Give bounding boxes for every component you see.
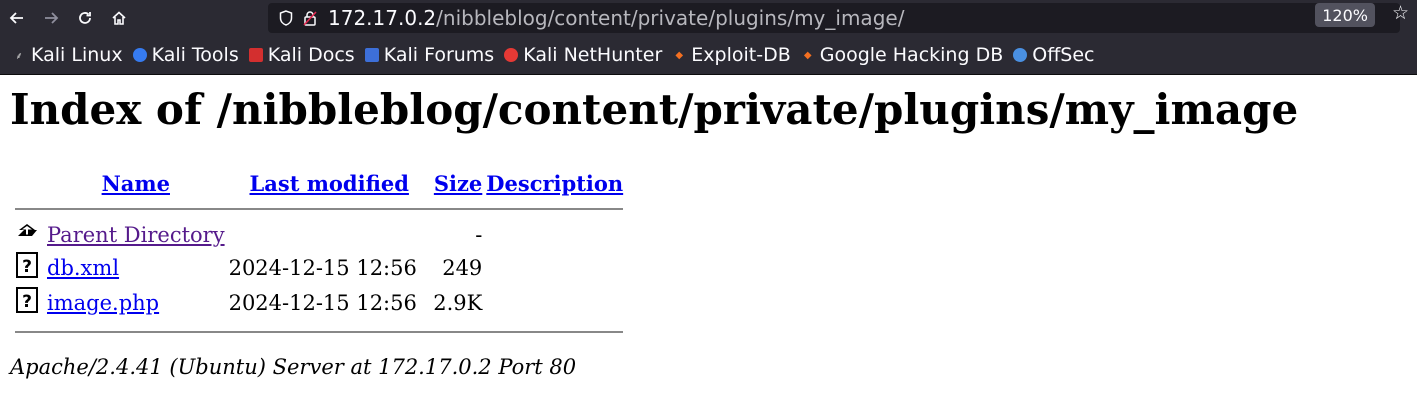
size-header: Size [420, 171, 483, 196]
bookmark-kali-tools[interactable]: Kali Tools [132, 44, 239, 66]
name-cell: image.php [46, 286, 226, 319]
divider [14, 321, 624, 341]
sort-by-size-link[interactable]: Size [434, 171, 482, 196]
kali-nethunter-icon [504, 48, 519, 62]
sort-by-description-link[interactable]: Description [486, 171, 623, 196]
bookmark-exploit-db[interactable]: ◆ Exploit-DB [672, 44, 790, 66]
bookmarks-toolbar: ⸙ Kali Linux Kali Tools Kali Docs Kali Fo… [0, 36, 1417, 75]
server-signature: Apache/2.4.41 (Ubuntu) Server at 172.17.… [10, 355, 577, 380]
bookmark-kali-linux[interactable]: ⸙ Kali Linux [12, 44, 123, 66]
directory-listing-table: Name Last modified Size Description Pare… [12, 169, 626, 343]
sort-by-name-link[interactable]: Name [102, 171, 170, 196]
header-divider-row [14, 198, 624, 218]
size-cell: - [475, 222, 483, 247]
kali-dragon-icon: ⸙ [15, 51, 23, 62]
parent-directory-link[interactable]: Parent Directory [47, 223, 225, 247]
description-cell [485, 286, 624, 319]
description-cell [485, 251, 624, 284]
bookmark-star-icon[interactable]: ☆ [1392, 2, 1409, 24]
kali-forums-icon [364, 48, 379, 62]
home-button[interactable] [102, 0, 136, 36]
url-text[interactable]: 172.17.0.2/nibbleblog/content/private/pl… [328, 6, 904, 30]
bookmark-label: OffSec [1032, 44, 1095, 66]
bookmark-offsec[interactable]: OffSec [1013, 44, 1095, 66]
modified-cell [228, 220, 418, 249]
unknown-file-icon: ? [14, 286, 44, 319]
page-content: Index of /nibbleblog/content/private/plu… [0, 85, 1417, 380]
unknown-file-icon: ? [14, 251, 44, 284]
offsec-icon [1013, 48, 1028, 62]
svg-text:?: ? [22, 257, 32, 277]
browser-toolbar: 172.17.0.2/nibbleblog/content/private/pl… [0, 0, 1417, 36]
footer-divider-row [14, 321, 624, 341]
bookmark-label: Kali Forums [383, 44, 495, 66]
name-cell: Parent Directory [46, 220, 226, 249]
bookmark-label: Kali NetHunter [523, 44, 663, 66]
size-cell: 249 [442, 255, 483, 280]
back-arrow-icon [9, 12, 23, 24]
description-header: Description [485, 171, 624, 196]
back-button[interactable] [0, 0, 34, 36]
home-icon [112, 11, 126, 25]
tracking-shield-icon[interactable] [276, 10, 296, 26]
forward-button[interactable] [34, 0, 68, 36]
file-link[interactable]: db.xml [47, 256, 119, 280]
forward-arrow-icon [45, 12, 59, 24]
insecure-lock-icon[interactable] [300, 10, 320, 26]
exploit-db-icon: ◆ [675, 49, 684, 61]
bookmark-kali-forums[interactable]: Kali Forums [364, 44, 495, 66]
name-header: Name [46, 171, 226, 196]
zoom-level-button[interactable]: 120% [1315, 3, 1375, 27]
file-link[interactable]: image.php [47, 291, 159, 315]
url-bar[interactable]: 172.17.0.2/nibbleblog/content/private/pl… [268, 3, 1400, 33]
reload-icon [79, 12, 91, 24]
reload-button[interactable] [68, 0, 102, 36]
svg-text:?: ? [22, 292, 32, 312]
bookmark-label: Kali Docs [267, 44, 355, 66]
url-path: /nibbleblog/content/private/plugins/my_i… [436, 6, 905, 30]
table-row: ? image.php 2024-12-15 12:56 2.9K [14, 286, 624, 319]
ghdb-icon: ◆ [803, 49, 812, 61]
modified-cell: 2024-12-15 12:56 [228, 255, 417, 280]
modified-header: Last modified [228, 171, 418, 196]
table-row: ? db.xml 2024-12-15 12:56 249 [14, 251, 624, 284]
table-row: Parent Directory - [14, 220, 624, 249]
divider [14, 198, 624, 218]
bookmark-label: Google Hacking DB [819, 44, 1004, 66]
bookmark-label: Exploit-DB [691, 44, 791, 66]
size-cell: 2.9K [433, 290, 483, 315]
icon-header [14, 171, 44, 196]
back-folder-icon [14, 220, 44, 249]
bookmark-label: Kali Linux [31, 44, 123, 66]
kali-docs-icon [248, 48, 263, 62]
modified-cell: 2024-12-15 12:56 [228, 290, 417, 315]
bookmark-kali-nethunter[interactable]: Kali NetHunter [504, 44, 662, 66]
description-cell [485, 220, 624, 249]
url-host: 172.17.0.2 [328, 6, 437, 30]
page-title: Index of /nibbleblog/content/private/plu… [10, 85, 1299, 134]
kali-tools-icon [132, 48, 147, 62]
table-header-row: Name Last modified Size Description [14, 171, 624, 196]
bookmark-label: Kali Tools [151, 44, 239, 66]
bookmark-kali-docs[interactable]: Kali Docs [248, 44, 355, 66]
bookmark-google-hacking-db[interactable]: ◆ Google Hacking DB [801, 44, 1004, 66]
sort-by-modified-link[interactable]: Last modified [250, 171, 409, 196]
name-cell: db.xml [46, 251, 226, 284]
